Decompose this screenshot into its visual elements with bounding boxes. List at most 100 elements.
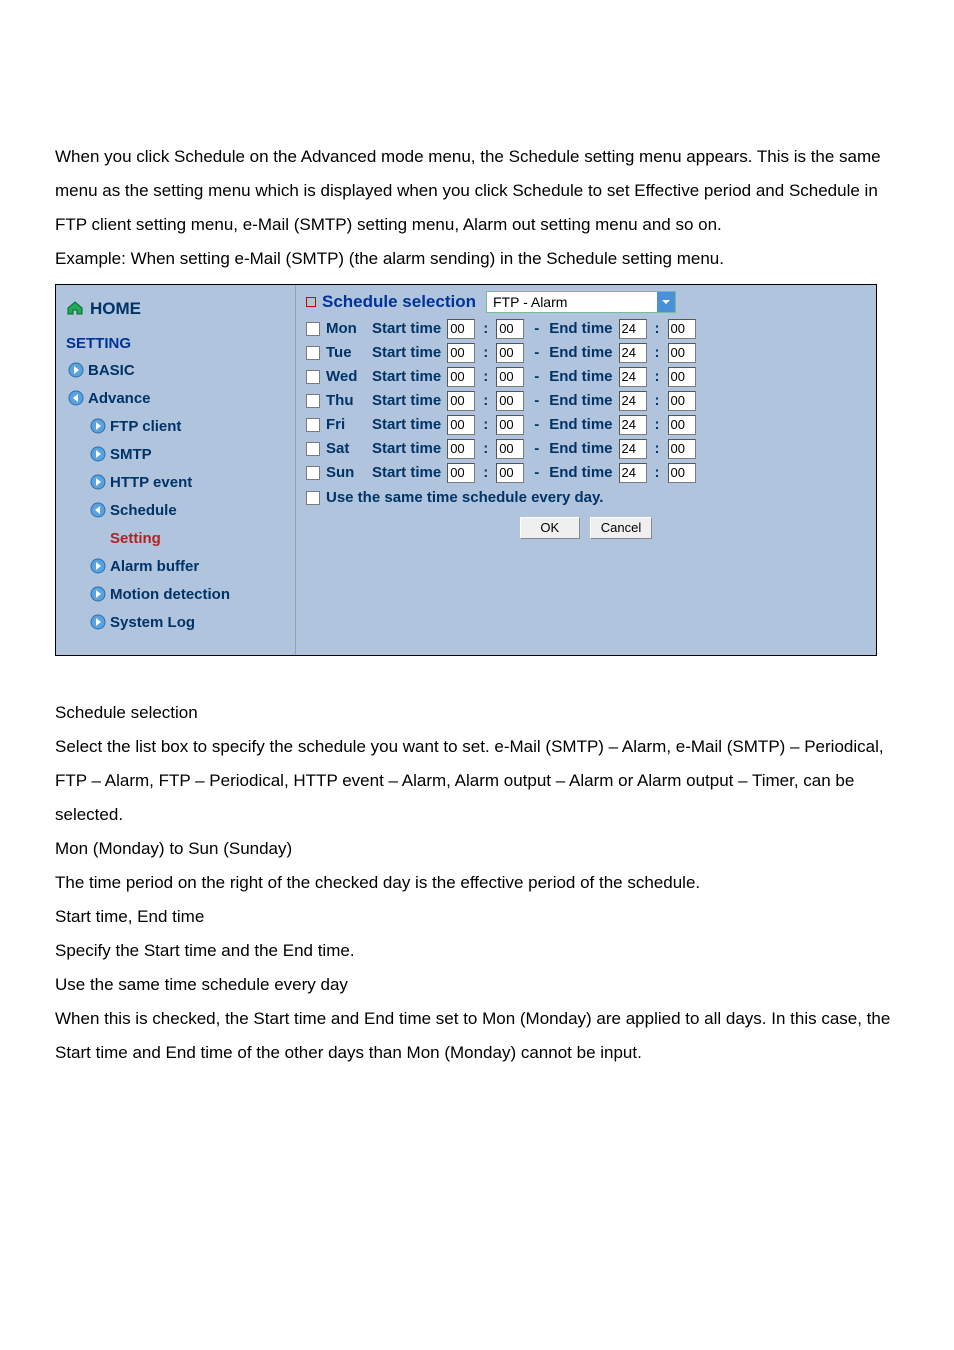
- title-bullet-icon: [306, 297, 316, 307]
- end-time-label: End time: [549, 392, 612, 410]
- sidebar-item-smtp[interactable]: SMTP: [60, 441, 291, 469]
- start-hour-input[interactable]: 00: [447, 367, 475, 387]
- end-hour-input[interactable]: 24: [619, 415, 647, 435]
- end-time-label: End time: [549, 320, 612, 338]
- end-min-input[interactable]: 00: [668, 319, 696, 339]
- day-checkbox-thu[interactable]: [306, 394, 320, 408]
- desc-heading-1: Schedule selection: [55, 696, 899, 730]
- start-hour-input[interactable]: 00: [447, 463, 475, 483]
- end-hour-input[interactable]: 24: [619, 463, 647, 483]
- start-min-input[interactable]: 00: [496, 463, 524, 483]
- day-label: Sun: [326, 464, 366, 482]
- sidebar-item-advance[interactable]: Advance: [60, 385, 291, 413]
- desc-text-4: When this is checked, the Start time and…: [55, 1002, 899, 1070]
- sidebar-item-system-log[interactable]: System Log: [60, 609, 291, 637]
- sidebar-item-basic[interactable]: BASIC: [60, 357, 291, 385]
- start-min-input[interactable]: 00: [496, 319, 524, 339]
- arrow-icon: [90, 502, 106, 518]
- day-row-wed: WedStart time00:00-End time24:00: [306, 367, 866, 387]
- start-min-input[interactable]: 00: [496, 439, 524, 459]
- end-min-input[interactable]: 00: [668, 391, 696, 411]
- start-hour-input[interactable]: 00: [447, 343, 475, 363]
- dash: -: [530, 320, 543, 338]
- same-time-checkbox[interactable]: [306, 491, 320, 505]
- sidebar-item-alarm-buffer[interactable]: Alarm buffer: [60, 553, 291, 581]
- day-checkbox-sat[interactable]: [306, 442, 320, 456]
- start-time-label: Start time: [372, 440, 441, 458]
- start-hour-input[interactable]: 00: [447, 439, 475, 459]
- end-hour-input[interactable]: 24: [619, 367, 647, 387]
- end-min-input[interactable]: 00: [668, 463, 696, 483]
- colon: :: [653, 440, 662, 458]
- end-time-label: End time: [549, 416, 612, 434]
- end-hour-input[interactable]: 24: [619, 319, 647, 339]
- sidebar-item-motion-detection[interactable]: Motion detection: [60, 581, 291, 609]
- intro-p2: Example: When setting e-Mail (SMTP) (the…: [55, 242, 899, 276]
- colon: :: [481, 416, 490, 434]
- start-min-input[interactable]: 00: [496, 367, 524, 387]
- description-block: Schedule selection Select the list box t…: [55, 696, 899, 1070]
- desc-text-3: Specify the Start time and the End time.: [55, 934, 899, 968]
- same-time-label: Use the same time schedule every day.: [326, 489, 603, 507]
- sidebar-item-http-event[interactable]: HTTP event: [60, 469, 291, 497]
- start-time-label: Start time: [372, 416, 441, 434]
- colon: :: [481, 368, 490, 386]
- start-min-input[interactable]: 00: [496, 415, 524, 435]
- start-hour-input[interactable]: 00: [447, 319, 475, 339]
- day-checkbox-fri[interactable]: [306, 418, 320, 432]
- day-label: Sat: [326, 440, 366, 458]
- colon: :: [653, 320, 662, 338]
- sidebar-item-setting[interactable]: Setting: [60, 525, 291, 553]
- day-label: Mon: [326, 320, 366, 338]
- cancel-button[interactable]: Cancel: [590, 517, 652, 539]
- sidebar-item-label: Motion detection: [110, 586, 230, 603]
- day-checkbox-mon[interactable]: [306, 322, 320, 336]
- start-time-label: Start time: [372, 344, 441, 362]
- sidebar-item-ftp-client[interactable]: FTP client: [60, 413, 291, 441]
- colon: :: [653, 416, 662, 434]
- colon: :: [481, 344, 490, 362]
- end-min-input[interactable]: 00: [668, 343, 696, 363]
- start-min-input[interactable]: 00: [496, 343, 524, 363]
- start-min-input[interactable]: 00: [496, 391, 524, 411]
- colon: :: [481, 464, 490, 482]
- sidebar-item-label: FTP client: [110, 418, 181, 435]
- day-checkbox-wed[interactable]: [306, 370, 320, 384]
- schedule-selection-dropdown[interactable]: FTP - Alarm: [486, 291, 676, 313]
- end-hour-input[interactable]: 24: [619, 343, 647, 363]
- day-checkbox-tue[interactable]: [306, 346, 320, 360]
- end-hour-input[interactable]: 24: [619, 439, 647, 459]
- arrow-icon: [90, 614, 106, 630]
- end-min-input[interactable]: 00: [668, 367, 696, 387]
- home-icon: [66, 300, 84, 314]
- desc-text-2: The time period on the right of the chec…: [55, 866, 899, 900]
- dash: -: [530, 392, 543, 410]
- colon: :: [481, 392, 490, 410]
- day-checkbox-sun[interactable]: [306, 466, 320, 480]
- end-time-label: End time: [549, 440, 612, 458]
- arrow-icon: [90, 474, 106, 490]
- intro-text: When you click Schedule on the Advanced …: [55, 140, 899, 276]
- sidebar-item-schedule[interactable]: Schedule: [60, 497, 291, 525]
- desc-heading-2: Mon (Monday) to Sun (Sunday): [55, 832, 899, 866]
- start-hour-input[interactable]: 00: [447, 415, 475, 435]
- dash: -: [530, 344, 543, 362]
- end-hour-input[interactable]: 24: [619, 391, 647, 411]
- end-min-input[interactable]: 00: [668, 415, 696, 435]
- day-row-sun: SunStart time00:00-End time24:00: [306, 463, 866, 483]
- sidebar-item-label: HTTP event: [110, 474, 192, 491]
- home-label: HOME: [90, 299, 141, 318]
- sidebar: HOME SETTING BASIC Advance FTP client SMTP H…: [56, 285, 296, 655]
- day-row-thu: ThuStart time00:00-End time24:00: [306, 391, 866, 411]
- day-label: Fri: [326, 416, 366, 434]
- start-time-label: Start time: [372, 392, 441, 410]
- ok-button[interactable]: OK: [520, 517, 580, 539]
- schedule-panel: HOME SETTING BASIC Advance FTP client SMTP H…: [55, 284, 877, 656]
- sidebar-item-label: BASIC: [88, 362, 135, 379]
- sidebar-item-label: System Log: [110, 614, 195, 631]
- sidebar-home[interactable]: HOME: [60, 293, 291, 325]
- sidebar-setting-label: SETTING: [60, 325, 291, 357]
- end-time-label: End time: [549, 464, 612, 482]
- start-hour-input[interactable]: 00: [447, 391, 475, 411]
- end-min-input[interactable]: 00: [668, 439, 696, 459]
